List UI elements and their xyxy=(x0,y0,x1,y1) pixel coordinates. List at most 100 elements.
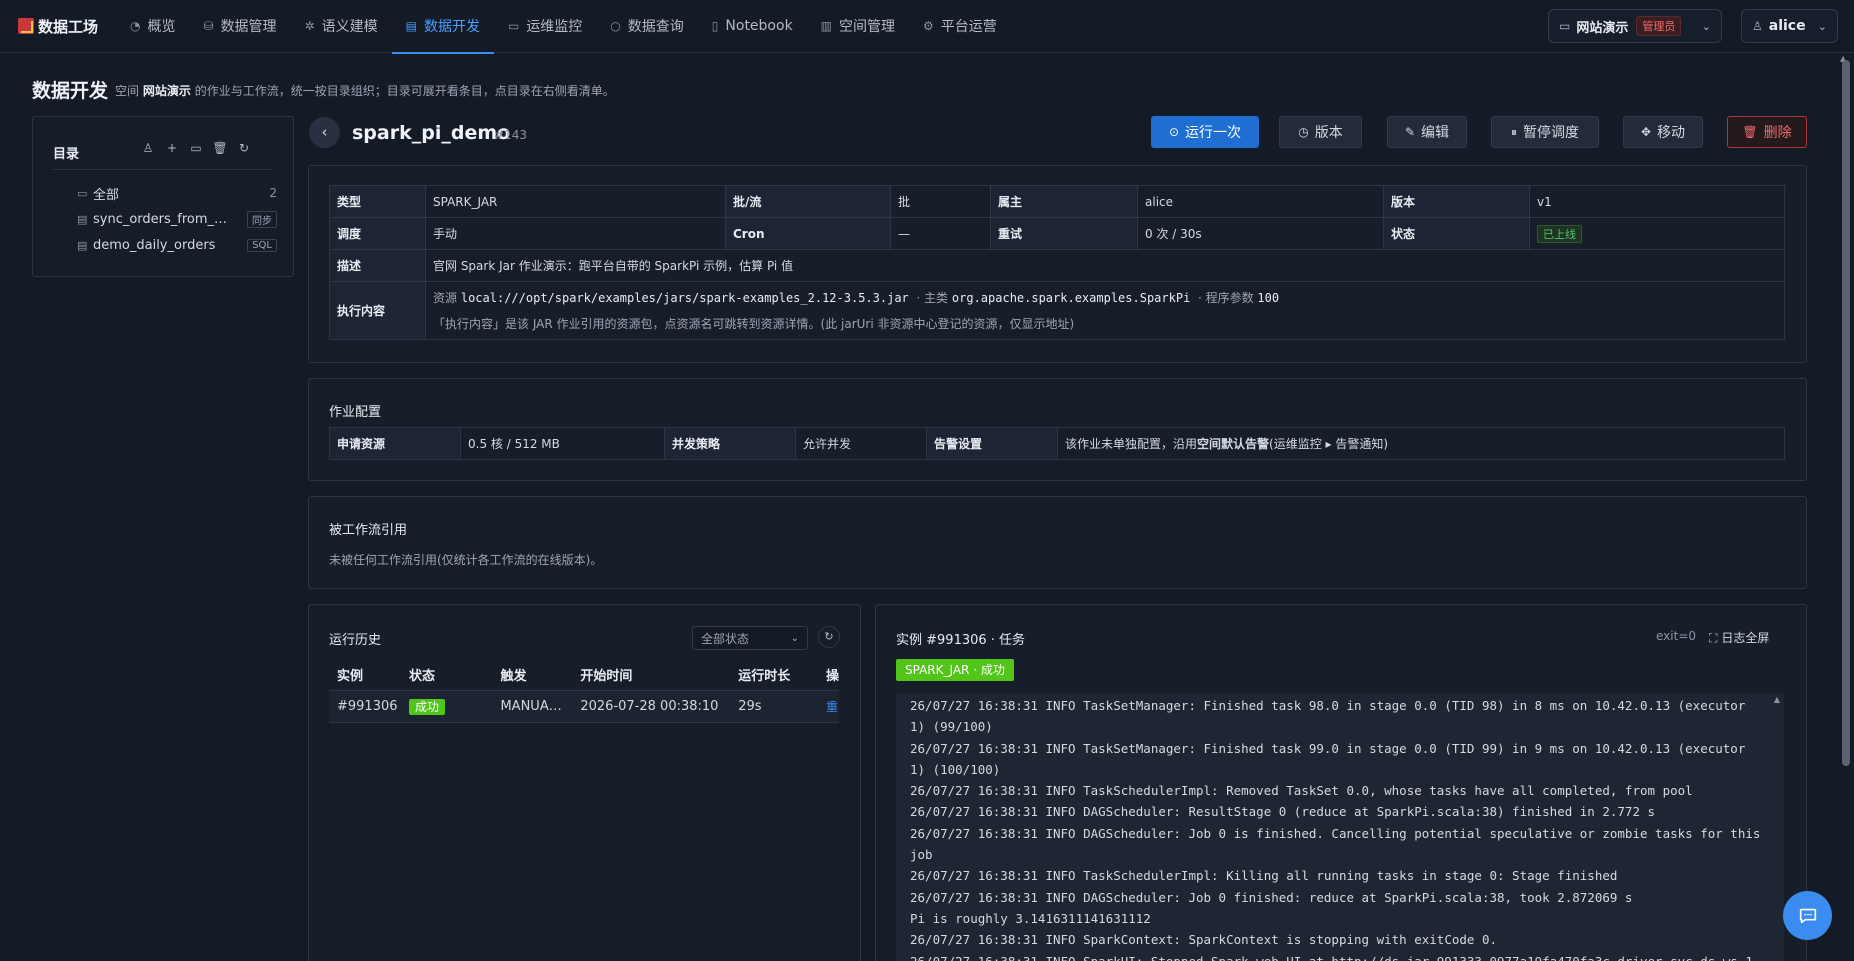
page-title: 数据开发 xyxy=(32,80,109,102)
log-fullscreen-button[interactable]: ⛶ 日志全屏 xyxy=(1709,629,1769,646)
type-tag: 同步 xyxy=(247,210,277,228)
config-title: 作业配置 xyxy=(329,405,382,420)
exec-content: 资源 local:///opt/spark/examples/jars/spar… xyxy=(425,281,1785,340)
log-line: 26/07/27 16:38:31 INFO TaskSetManager: F… xyxy=(910,740,1746,777)
chevron-down-icon: ⌄ xyxy=(1701,19,1711,33)
item-count: 2 xyxy=(269,186,277,200)
dashboard-icon: ◔ xyxy=(130,19,141,33)
refs-title: 被工作流引用 xyxy=(329,523,408,538)
workspace-switcher[interactable]: ▭ 网站演示 管理员 ⌄ xyxy=(1548,9,1722,43)
clock-icon: ◷ xyxy=(1298,125,1309,139)
edit-button[interactable]: ✎ 编辑 xyxy=(1387,116,1467,148)
run-history-table: 实例 状态 触发 开始时间 运行时长 操 #991306 成功 MANUA… 2… xyxy=(329,660,839,723)
run-once-button[interactable]: ⊙ 运行一次 xyxy=(1151,116,1259,148)
user-name: alice xyxy=(1768,18,1806,34)
log-line: 26/07/27 16:38:31 INFO TaskSetManager: F… xyxy=(910,698,1746,735)
nav-item-data-query[interactable]: ○ 数据查询 xyxy=(596,0,697,53)
back-button[interactable]: ‹ xyxy=(309,117,340,148)
app-name: 数据工场 xyxy=(38,17,99,36)
nav-item-notebook[interactable]: ▯ Notebook xyxy=(698,0,807,53)
app-logo[interactable]: 数据工场 xyxy=(18,16,98,37)
nav-item-data-management[interactable]: ⛁ 数据管理 xyxy=(190,0,291,53)
log-line: 26/07/27 16:38:31 INFO SparkUI: Stopped … xyxy=(910,951,1762,961)
job-description: 官网 Spark Jar 作业演示：跑平台自带的 SparkPi 示例，估算 P… xyxy=(425,249,1785,282)
version-button[interactable]: ◷ 版本 xyxy=(1279,116,1362,148)
instance-title: 实例 #991306 · 任务 xyxy=(896,633,1026,648)
refs-note: 未被任何工作流引用(仅统计各工作流的在线版本)。 xyxy=(329,553,603,567)
log-line: 26/07/27 16:38:31 INFO SparkContext: Spa… xyxy=(910,932,1497,948)
main-class: org.apache.spark.examples.SparkPi xyxy=(951,290,1191,305)
directory-title: 目录 xyxy=(53,147,80,162)
space-name: 网站演示 xyxy=(142,84,191,98)
play-circle-icon: ⊙ xyxy=(1168,125,1180,139)
nav-item-data-development[interactable]: ▤ 数据开发 xyxy=(391,0,495,54)
status-filter-select[interactable]: 全部状态 ⌄ xyxy=(692,626,808,650)
code-file-icon: ▤ xyxy=(405,19,417,33)
tree-item-all[interactable]: ▭ 全部 2 xyxy=(77,182,277,204)
folder-icon: ▭ xyxy=(1559,19,1571,33)
main-nav: ◔ 概览 ⛁ 数据管理 ✲ 语义建模 ▤ 数据开发 ▭ 运维监控 ○ 数据查询 ▯ Noteb… xyxy=(116,0,1011,54)
pause-circle-icon: ⏸ xyxy=(1510,124,1517,139)
workflow-refs-card: 被工作流引用 未被任何工作流引用(仅统计各工作流的在线版本)。 xyxy=(308,496,1807,589)
nav-item-ops-monitoring[interactable]: ▭ 运维监控 xyxy=(494,0,596,53)
job-name: spark_pi_demo xyxy=(352,122,511,144)
gear-icon: ⚙ xyxy=(923,19,934,33)
table-row[interactable]: #991306 成功 MANUA… 2026-07-28 00:38:10 29… xyxy=(329,690,839,723)
role-badge: 管理员 xyxy=(1636,16,1682,36)
log-line: 26/07/27 16:38:31 INFO DAGScheduler: Job… xyxy=(910,889,1633,905)
nav-item-platform-ops[interactable]: ⚙ 平台运营 xyxy=(909,0,1011,53)
directory-toolbar: ♙ + ▭ 🗑 ↻ xyxy=(136,141,256,157)
user-icon: ♙ xyxy=(1752,19,1763,33)
scroll-up-arrow-icon[interactable]: ▲ xyxy=(1774,695,1780,704)
log-line: 26/07/27 16:38:31 INFO TaskSchedulerImpl… xyxy=(910,868,1618,884)
trash-icon: 🗑 xyxy=(1742,125,1758,139)
chat-bubble-icon xyxy=(1799,908,1816,923)
fullscreen-icon: ⛶ xyxy=(1709,631,1718,645)
rerun-link[interactable]: 重 xyxy=(826,700,838,714)
tree-item-sync-orders[interactable]: ▤ sync_orders_from_… 同步 xyxy=(77,208,277,230)
refresh-icon[interactable]: ↻ xyxy=(818,626,840,648)
chevron-down-icon: ⌄ xyxy=(790,632,799,644)
move-icon: ✥ xyxy=(1640,125,1652,139)
status-badge: 已上线 xyxy=(1537,224,1582,243)
nav-item-space-management[interactable]: ▥ 空间管理 xyxy=(807,0,909,53)
trash-icon[interactable]: 🗑 xyxy=(208,141,232,157)
job-info-table: 类型 SPARK_JAR 批/流 批 属主 alice 版本 v1 调度 手动 … xyxy=(329,185,1785,340)
log-line: 26/07/27 16:38:31 INFO DAGScheduler: Res… xyxy=(910,804,1656,820)
delete-button[interactable]: 🗑 删除 xyxy=(1727,116,1807,148)
directory-panel: 目录 ♙ + ▭ 🗑 ↻ ▭ 全部 2 ▤ sync_orders_from_…… xyxy=(32,116,294,277)
exit-code: exit=0 xyxy=(1656,629,1697,643)
sparkle-icon: ✲ xyxy=(304,19,315,33)
resource-link[interactable]: local:///opt/spark/examples/jars/spark-e… xyxy=(461,291,909,305)
instance-status-tag: SPARK_JAR · 成功 xyxy=(896,659,1014,681)
history-title: 运行历史 xyxy=(329,633,382,648)
alert-setting-value: 该作业未单独配置，沿用空间默认告警(运维监控 ▸ 告警通知) xyxy=(1057,427,1785,460)
pencil-icon: ✎ xyxy=(1404,125,1416,139)
nav-item-semantic-modeling[interactable]: ✲ 语义建模 xyxy=(291,0,392,53)
building-icon: ▥ xyxy=(820,19,833,33)
add-icon[interactable]: + xyxy=(160,141,184,157)
move-button[interactable]: ✥ 移动 xyxy=(1623,116,1703,148)
nav-item-overview[interactable]: ◔ 概览 xyxy=(116,0,189,53)
user-icon[interactable]: ♙ xyxy=(136,141,160,157)
job-type-value: SPARK_JAR xyxy=(425,185,726,218)
log-viewer[interactable]: ▲ 26/07/27 16:38:31 INFO TaskSetManager:… xyxy=(896,693,1784,961)
tree-item-demo-daily-orders[interactable]: ▤ demo_daily_orders SQL xyxy=(77,234,277,256)
type-tag: SQL xyxy=(247,238,277,252)
log-line: 26/07/27 16:38:31 INFO DAGScheduler: Job… xyxy=(910,825,1761,863)
folder-icon: ▭ xyxy=(77,186,88,200)
chat-assistant-button[interactable] xyxy=(1783,891,1832,940)
workspace-name: 网站演示 xyxy=(1576,20,1629,36)
new-folder-icon[interactable]: ▭ xyxy=(184,141,208,157)
space-default-alert-link[interactable]: 空间默认告警 xyxy=(1197,437,1269,451)
status-badge: 成功 xyxy=(408,698,445,715)
job-id: #143 xyxy=(494,128,527,142)
pause-schedule-button[interactable]: ⏸ 暂停调度 xyxy=(1491,116,1599,148)
user-menu[interactable]: ♙ alice ⌄ xyxy=(1741,9,1838,43)
page-scrollbar[interactable] xyxy=(1842,60,1850,766)
job-config-card: 作业配置 申请资源 0.5 核 / 512 MB 并发策略 允许并发 告警设置 … xyxy=(308,378,1807,481)
chevron-left-icon: ‹ xyxy=(321,123,328,141)
file-icon: ▤ xyxy=(77,238,88,252)
refresh-icon[interactable]: ↻ xyxy=(232,141,256,157)
divider xyxy=(53,169,273,170)
